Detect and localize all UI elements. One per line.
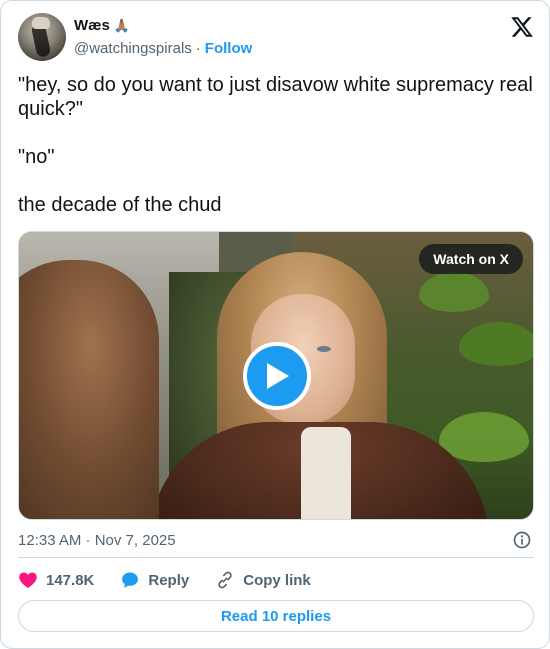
like-count: 147.8K (46, 571, 95, 589)
avatar-hand-graphic (32, 17, 50, 29)
divider (18, 557, 534, 558)
video-player[interactable]: Watch on X (18, 231, 534, 520)
reply-bubble-icon (122, 572, 139, 588)
reply-label: Reply (148, 571, 190, 589)
play-icon (267, 363, 289, 389)
copy-link-label: Copy link (243, 571, 311, 589)
action-bar: 147.8K Reply Copy link (18, 567, 337, 593)
separator-dot: · (195, 40, 201, 57)
tweet-text: "hey, so do you want to just disavow whi… (18, 73, 534, 241)
display-name[interactable]: Wæs (74, 17, 110, 34)
watch-on-x-button[interactable]: Watch on X (419, 244, 523, 274)
heart-icon (19, 572, 37, 588)
leaf-graphic (459, 322, 533, 366)
handle-row: @watchingspirals · Follow (74, 40, 252, 57)
name-row: Wæs 🙏🏽 (74, 17, 130, 34)
read-replies-button[interactable]: Read 10 replies (18, 600, 534, 632)
tweet-meta: 12:33 AM · Nov 7, 2025 (18, 529, 534, 551)
x-logo-icon[interactable] (510, 15, 534, 39)
reply-button[interactable]: Reply (120, 570, 189, 590)
tweet-line-2: "no" (18, 146, 55, 168)
tweet-header: Wæs 🙏🏽 @watchingspirals · Follow (18, 13, 534, 63)
video-person-shirt (301, 427, 351, 519)
link-icon (218, 571, 232, 589)
tweet-line-3: the decade of the chud (18, 194, 222, 216)
tweet-card: Wæs 🙏🏽 @watchingspirals · Follow "hey, s… (0, 0, 550, 649)
info-icon[interactable] (512, 530, 532, 550)
follow-button[interactable]: Follow (205, 40, 253, 57)
avatar[interactable] (18, 13, 66, 61)
tweet-line-1: "hey, so do you want to just disavow whi… (18, 74, 533, 120)
like-button[interactable]: 147.8K (18, 570, 94, 590)
user-handle[interactable]: @watchingspirals (74, 40, 192, 57)
play-button[interactable] (243, 342, 311, 410)
copy-link-button[interactable]: Copy link (215, 570, 311, 590)
eye-graphic (317, 346, 331, 352)
praying-hands-emoji: 🙏🏽 (113, 17, 131, 33)
video-foreground-head (19, 260, 159, 519)
leaf-graphic (419, 272, 489, 312)
timestamp[interactable]: 12:33 AM · Nov 7, 2025 (18, 532, 176, 549)
